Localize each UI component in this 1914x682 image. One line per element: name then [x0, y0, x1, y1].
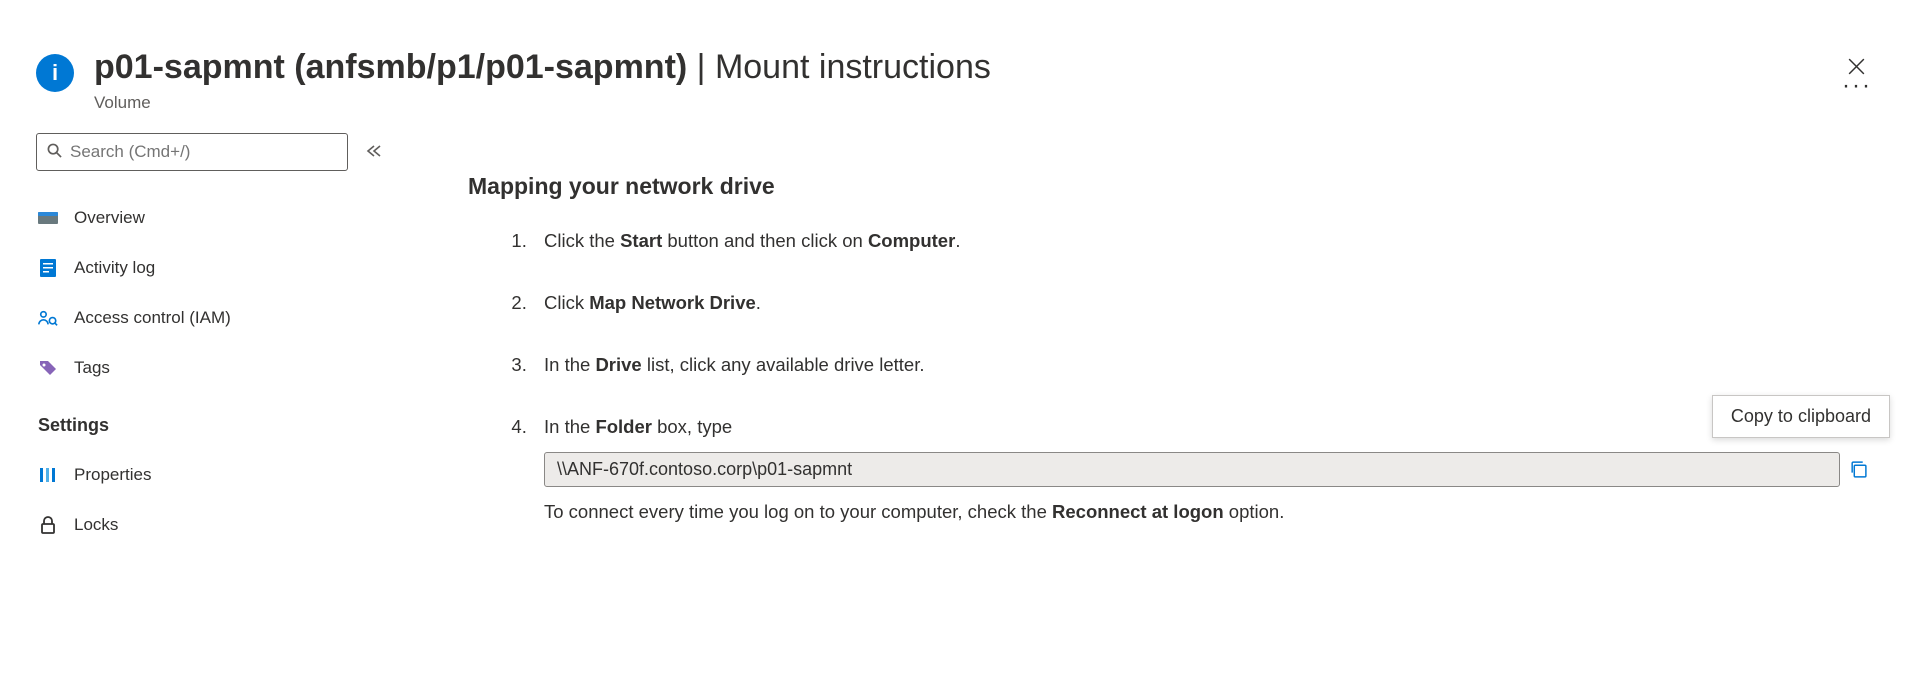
step-1: Click the Start button and then click on…	[532, 228, 1874, 254]
sidebar-item-activity-log[interactable]: Activity log	[36, 243, 386, 293]
overview-icon	[38, 208, 58, 228]
sidebar-item-locks[interactable]: Locks	[36, 500, 386, 550]
search-input[interactable]	[70, 142, 337, 162]
sidebar-item-label: Properties	[74, 465, 151, 485]
sidebar-item-access-control[interactable]: Access control (IAM)	[36, 293, 386, 343]
copy-tooltip: Copy to clipboard	[1712, 395, 1890, 438]
step-4: In the Folder box, type To connect every…	[532, 414, 1874, 525]
title-sep: |	[687, 48, 715, 86]
step-3: In the Drive list, click any available d…	[532, 352, 1874, 378]
chevrons-left-icon	[366, 145, 382, 157]
subtitle: Volume	[94, 93, 1810, 113]
sidebar-item-tags[interactable]: Tags	[36, 343, 386, 393]
section-title: Mapping your network drive	[468, 173, 1874, 200]
content-panel: Mapping your network drive Click the Sta…	[396, 133, 1914, 560]
properties-icon	[38, 465, 58, 485]
sidebar-item-label: Activity log	[74, 258, 155, 278]
activity-log-icon	[38, 258, 58, 278]
sidebar: Overview Activity log Access control (IA…	[0, 133, 396, 550]
step-2: Click Map Network Drive.	[532, 290, 1874, 316]
search-box[interactable]	[36, 133, 348, 171]
info-icon: i	[36, 54, 74, 92]
sidebar-group-settings: Settings	[36, 393, 386, 450]
title-section: Mount instructions	[715, 48, 991, 86]
locks-icon	[38, 515, 58, 535]
sidebar-item-label: Overview	[74, 208, 145, 228]
sidebar-item-label: Access control (IAM)	[74, 308, 231, 328]
title-block: p01-sapmnt (anfsmb/p1/p01-sapmnt) | Moun…	[94, 48, 1810, 113]
sidebar-item-label: Locks	[74, 515, 118, 535]
search-icon	[47, 143, 62, 161]
close-icon	[1846, 56, 1867, 77]
close-button[interactable]	[1842, 52, 1870, 80]
access-control-icon	[38, 308, 58, 328]
step-4-note: To connect every time you log on to your…	[544, 499, 1874, 525]
collapse-sidebar-button[interactable]	[362, 140, 386, 164]
sidebar-item-properties[interactable]: Properties	[36, 450, 386, 500]
tags-icon	[38, 358, 58, 378]
copy-icon	[1849, 460, 1868, 479]
title-resource: p01-sapmnt (anfsmb/p1/p01-sapmnt)	[94, 48, 687, 86]
folder-path-input[interactable]	[544, 452, 1840, 487]
copy-button[interactable]	[1842, 452, 1874, 487]
page-title: p01-sapmnt (anfsmb/p1/p01-sapmnt) | Moun…	[94, 48, 1810, 87]
sidebar-item-label: Tags	[74, 358, 110, 378]
sidebar-item-overview[interactable]: Overview	[36, 193, 386, 243]
